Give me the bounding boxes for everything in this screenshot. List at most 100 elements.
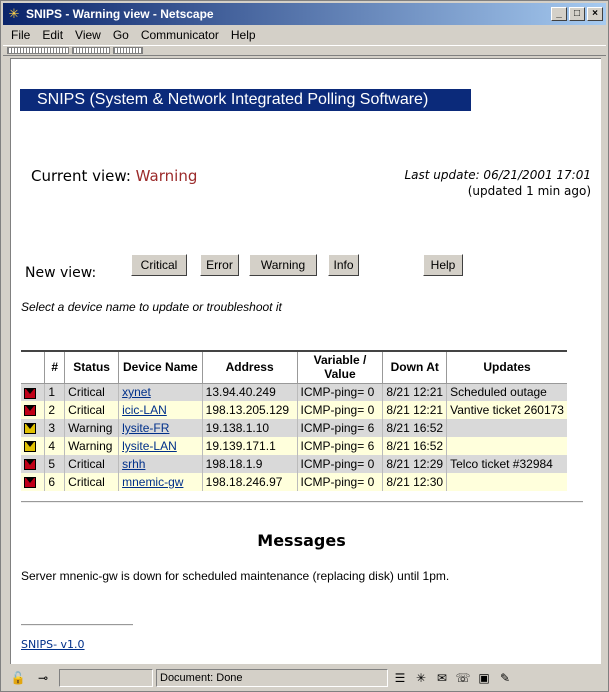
menu-communicator[interactable]: Communicator xyxy=(141,28,219,42)
critical-flag-icon xyxy=(24,477,36,489)
row-status: Critical xyxy=(64,473,119,491)
critical-flag-icon xyxy=(24,387,36,399)
device-link[interactable]: lysite-FR xyxy=(122,421,169,435)
row-down-at: 8/21 16:52 xyxy=(382,437,447,455)
menu-go[interactable]: Go xyxy=(113,28,129,42)
menu-edit[interactable]: Edit xyxy=(42,28,63,42)
row-address: 19.138.1.10 xyxy=(201,419,298,437)
row-number: 1 xyxy=(44,383,65,401)
table-row: 4 Warning lysite-LAN 19.139.171.1 ICMP-p… xyxy=(21,437,567,455)
table-row: 5 Critical srhh 198.18.1.9 ICMP-ping= 0 … xyxy=(21,455,567,473)
hint-text: Select a device name to update or troubl… xyxy=(21,300,282,314)
row-updates xyxy=(446,473,567,491)
toolbar-grip-personal[interactable] xyxy=(113,47,143,54)
toolbar-grip-navigation[interactable] xyxy=(7,47,69,54)
device-link[interactable]: icic-LAN xyxy=(122,403,167,417)
message-text: Server mnenic-gw is down for scheduled m… xyxy=(21,569,450,583)
critical-flag-icon xyxy=(24,405,36,417)
title-bar: ✳ SNIPS - Warning view - Netscape _ □ × xyxy=(3,3,606,25)
current-view-value: Warning xyxy=(135,167,198,185)
row-down-at: 8/21 16:52 xyxy=(382,419,447,437)
netscape-component-icon[interactable]: ✳ xyxy=(412,670,430,686)
warning-flag-icon xyxy=(24,423,36,435)
current-view-label: Current view: xyxy=(31,167,131,185)
snips-version-link[interactable]: SNIPS- v1.0 xyxy=(21,638,85,651)
row-status: Warning xyxy=(64,437,119,455)
window-title: SNIPS - Warning view - Netscape xyxy=(26,7,214,21)
maximize-button[interactable]: □ xyxy=(569,7,585,21)
row-variable: ICMP-ping= 0 xyxy=(296,473,383,491)
menu-file[interactable]: File xyxy=(11,28,30,42)
row-status: Critical xyxy=(64,401,119,419)
toolbar-grip-location[interactable] xyxy=(72,47,110,54)
row-updates xyxy=(446,419,567,437)
edit-icon[interactable]: ✎ xyxy=(496,670,514,686)
col-updates: Updates xyxy=(446,350,567,384)
device-link[interactable]: srhh xyxy=(122,457,145,471)
device-table: # Status Device Name Address Variable / … xyxy=(21,350,567,491)
info-view-button[interactable]: Info xyxy=(328,254,359,276)
device-link[interactable]: mnemic-gw xyxy=(122,475,183,489)
row-variable: ICMP-ping= 0 xyxy=(296,383,383,401)
col-address: Address xyxy=(201,350,298,384)
current-view: Current view: Warning xyxy=(31,167,197,185)
composer-icon[interactable]: ▣ xyxy=(475,670,493,686)
warning-flag-icon xyxy=(24,441,36,453)
critical-view-button[interactable]: Critical xyxy=(131,254,187,276)
row-number: 4 xyxy=(44,437,65,455)
row-address: 198.18.1.9 xyxy=(201,455,298,473)
critical-flag-icon xyxy=(24,459,36,471)
mail-icon[interactable]: ✉ xyxy=(433,670,451,686)
row-address: 19.139.171.1 xyxy=(201,437,298,455)
row-status: Critical xyxy=(64,455,119,473)
row-address: 198.18.246.97 xyxy=(201,473,298,491)
section-divider xyxy=(21,501,583,503)
last-update-relative: (updated 1 min ago) xyxy=(467,184,591,198)
row-variable: ICMP-ping= 0 xyxy=(296,401,383,419)
col-number: # xyxy=(44,350,65,384)
menu-help[interactable]: Help xyxy=(231,28,256,42)
minimize-button[interactable]: _ xyxy=(551,7,567,21)
netscape-icon: ✳ xyxy=(8,6,20,21)
table-row: 2 Critical icic-LAN 198.13.205.129 ICMP-… xyxy=(21,401,567,419)
error-view-button[interactable]: Error xyxy=(200,254,239,276)
row-updates xyxy=(446,437,567,455)
navigator-icon[interactable]: ☰ xyxy=(391,670,409,686)
new-view-label: New view: xyxy=(25,265,97,281)
table-row: 1 Critical xynet 13.94.40.249 ICMP-ping=… xyxy=(21,383,567,401)
row-number: 3 xyxy=(44,419,65,437)
collapsed-toolbars xyxy=(3,45,606,56)
status-bar: 🔓 ⊸ Document: Done ☰ ✳ ✉ ☏ ▣ ✎ xyxy=(3,667,606,689)
page-content: SNIPS (System & Network Integrated Polli… xyxy=(10,58,601,664)
row-down-at: 8/21 12:21 xyxy=(382,383,447,401)
page-banner: SNIPS (System & Network Integrated Polli… xyxy=(20,89,471,111)
browser-window: ✳ SNIPS - Warning view - Netscape _ □ × … xyxy=(0,0,609,692)
row-updates: Scheduled outage xyxy=(446,383,567,401)
table-row: 6 Critical mnemic-gw 198.18.246.97 ICMP-… xyxy=(21,473,567,491)
row-address: 198.13.205.129 xyxy=(201,401,298,419)
row-status: Warning xyxy=(64,419,119,437)
device-link[interactable]: xynet xyxy=(122,385,151,399)
close-button[interactable]: × xyxy=(587,7,603,21)
progress-panel xyxy=(59,669,153,687)
row-variable: ICMP-ping= 6 xyxy=(296,437,383,455)
row-updates: Vantive ticket 260173 xyxy=(446,401,567,419)
col-flag xyxy=(21,350,45,384)
row-updates: Telco ticket #32984 xyxy=(446,455,567,473)
last-update: Last update: 06/21/2001 17:01 (updated 1… xyxy=(404,167,591,199)
menu-view[interactable]: View xyxy=(75,28,101,42)
discussions-icon[interactable]: ☏ xyxy=(454,670,472,686)
security-lock-icon[interactable]: 🔓 xyxy=(9,670,27,686)
warning-view-button[interactable]: Warning xyxy=(249,254,317,276)
last-update-time: Last update: 06/21/2001 17:01 xyxy=(404,168,591,182)
row-address: 13.94.40.249 xyxy=(201,383,298,401)
row-variable: ICMP-ping= 0 xyxy=(296,455,383,473)
connection-icon: ⊸ xyxy=(37,671,49,685)
footer-divider xyxy=(21,624,133,626)
row-number: 2 xyxy=(44,401,65,419)
col-device-name: Device Name xyxy=(118,350,203,384)
help-button[interactable]: Help xyxy=(423,254,463,276)
col-status: Status xyxy=(64,350,119,384)
row-down-at: 8/21 12:29 xyxy=(382,455,447,473)
device-link[interactable]: lysite-LAN xyxy=(122,439,177,453)
